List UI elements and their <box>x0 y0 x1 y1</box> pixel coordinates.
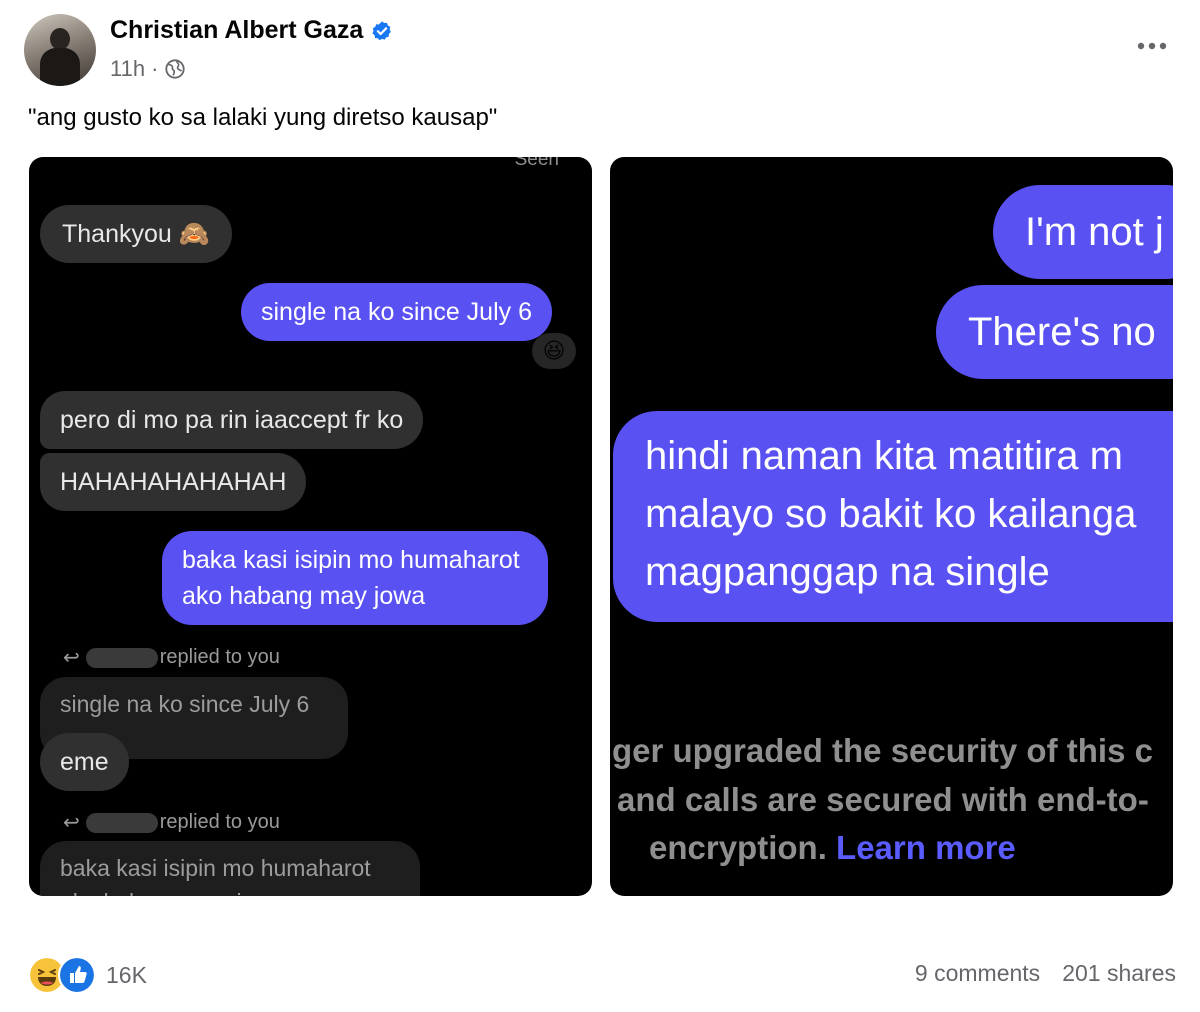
redacted-name <box>85 647 158 668</box>
message-baka-line2: ako habang may jowa <box>182 582 426 610</box>
hindi-line3: magpanggap na single <box>645 550 1050 594</box>
quoted-line2: ako habang may jowa <box>60 885 400 896</box>
hindi-line1: hindi naman kita matitira m <box>645 434 1123 478</box>
message-baka-kasi: baka kasi isipin mo humaharot ako habang… <box>162 531 548 625</box>
message-theres-no: There's no <box>936 285 1173 379</box>
seen-indicator: Seen <box>514 157 559 170</box>
message-im-not: I'm not j <box>993 185 1173 279</box>
shares-count[interactable]: 201 shares <box>1062 960 1176 987</box>
redacted-name <box>85 812 158 833</box>
verified-badge-icon <box>372 20 392 40</box>
security-line1: ger upgraded the security of this c <box>612 732 1153 769</box>
message-single-na-ko: single na ko since July 6 <box>241 283 552 341</box>
quoted-line1: baka kasi isipin mo humaharot <box>60 855 371 881</box>
comments-count[interactable]: 9 comments <box>915 960 1040 987</box>
post-meta: 11h · <box>110 56 186 82</box>
avatar[interactable] <box>24 14 96 86</box>
chat-screenshot-left[interactable]: Seen Thankyou 🙈 single na ko since July … <box>29 157 592 896</box>
author-row: Christian Albert Gaza <box>110 16 393 45</box>
laughing-emoji: 😆 <box>542 338 566 363</box>
author-name[interactable]: Christian Albert Gaza <box>110 16 363 45</box>
reply-header-1: ↩ replied to you <box>63 645 280 670</box>
reply-header-2: ↩ replied to you <box>63 810 280 835</box>
security-line3: encryption. Learn more <box>649 829 1016 867</box>
more-options-button[interactable] <box>1132 28 1172 64</box>
replied-label: replied to you <box>159 811 280 833</box>
replied-label: replied to you <box>159 646 280 668</box>
post-caption: "ang gusto ko sa lalaki yung diretso kau… <box>28 104 498 131</box>
meta-separator: · <box>151 56 159 81</box>
reply-arrow-icon: ↩ <box>63 812 80 834</box>
quoted-message-2: baka kasi isipin mo humaharot ako habang… <box>40 841 420 896</box>
reactions-summary[interactable]: 16K <box>28 956 147 994</box>
globe-icon[interactable] <box>164 58 186 80</box>
chat-screenshot-right[interactable]: I'm not j There's no hindi naman kita ma… <box>610 157 1173 896</box>
avatar-body <box>40 48 80 86</box>
avatar-head <box>50 28 70 50</box>
message-eme: eme <box>40 733 129 791</box>
hindi-line2: malayo so bakit ko kailanga <box>645 492 1137 536</box>
reaction-count: 16K <box>106 961 147 988</box>
security-line2: and calls are secured with end-to- <box>617 781 1149 818</box>
learn-more-link[interactable]: Learn more <box>836 829 1016 866</box>
message-reaction: 😆 <box>532 333 576 369</box>
like-reaction-icon <box>58 956 96 994</box>
engagement-stats: 9 comments 201 shares <box>915 960 1176 987</box>
post-time[interactable]: 11h <box>110 56 145 82</box>
more-options-icon <box>1137 42 1167 50</box>
security-encryption-text: encryption. <box>649 829 827 866</box>
reply-arrow-icon: ↩ <box>63 647 80 669</box>
message-pero: pero di mo pa rin iaaccept fr ko <box>40 391 424 449</box>
message-hindi-naman: hindi naman kita matitira m malayo so ba… <box>613 411 1173 622</box>
message-thankyou: Thankyou 🙈 <box>40 205 232 263</box>
message-baka-line1: baka kasi isipin mo humaharot <box>182 546 520 574</box>
message-hahaha: HAHAHAHAHAHAH <box>40 453 307 511</box>
